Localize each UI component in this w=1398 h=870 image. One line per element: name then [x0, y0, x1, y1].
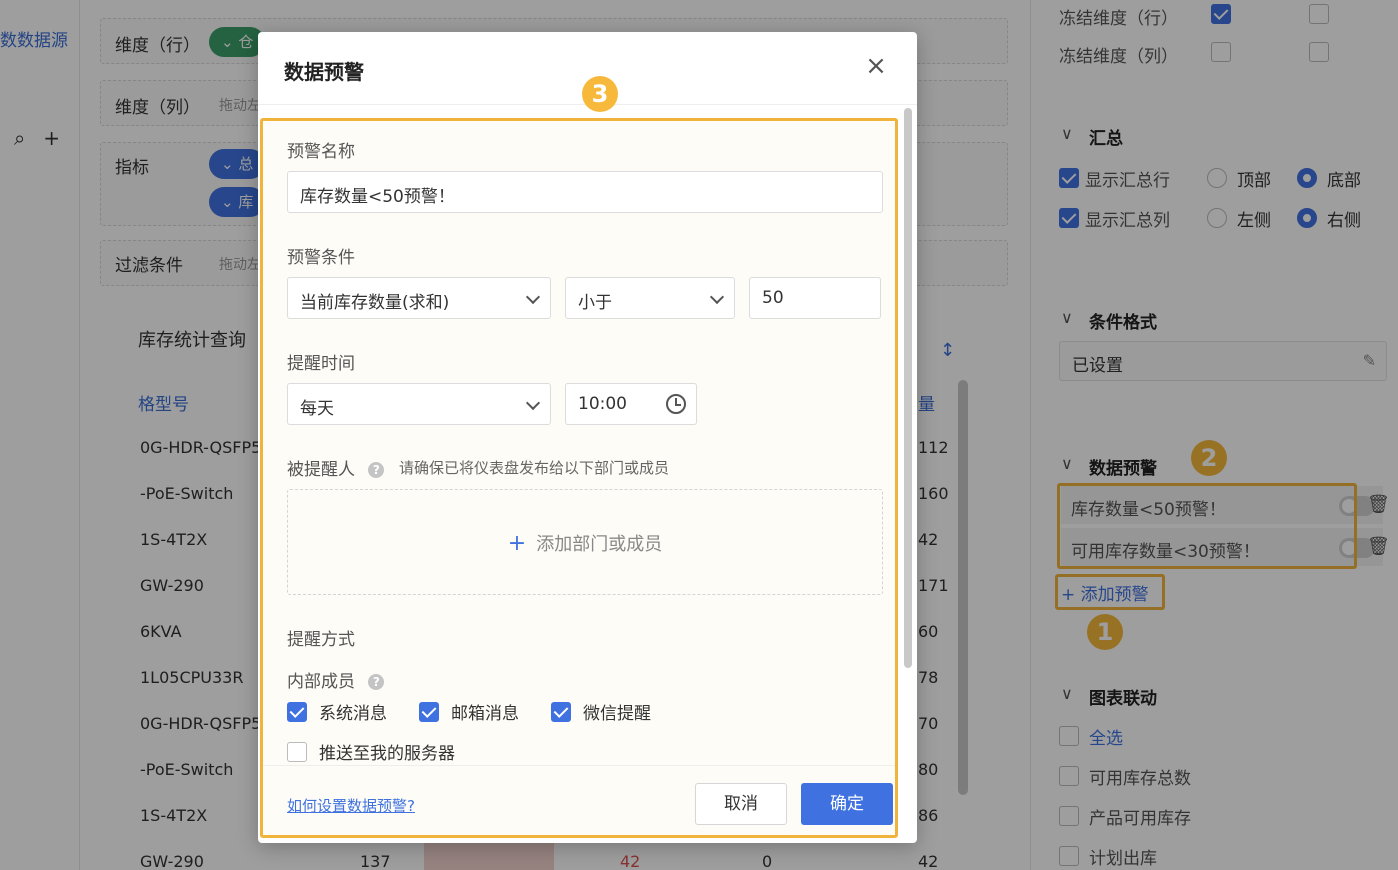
dialog-scrollbar[interactable]	[904, 108, 912, 668]
condition-label: 预警条件	[287, 248, 355, 268]
help-icon[interactable]: ?	[368, 674, 385, 690]
help-link[interactable]: 如何设置数据预警?	[287, 795, 415, 816]
chevron-down-icon	[709, 289, 725, 305]
condition-operator-value: 小于	[578, 293, 612, 313]
dialog-form: 预警名称 库存数量<50预警！ 预警条件 当前库存数量(求和) 小于 50 提醒…	[260, 118, 898, 838]
remind-frequency-value: 每天	[300, 399, 334, 419]
footer-divider	[263, 765, 895, 766]
email-message-checkbox[interactable]	[419, 701, 439, 722]
plus-icon: +	[507, 531, 527, 556]
system-message-checkbox[interactable]	[287, 701, 307, 722]
wechat-remind-checkbox[interactable]	[551, 701, 571, 722]
chevron-down-icon	[525, 395, 541, 411]
remind-frequency-select[interactable]: 每天	[287, 383, 551, 425]
recipients-hint: 请确保已将仪表盘发布给以下部门或成员	[399, 459, 670, 477]
remind-time-picker[interactable]: 10:00	[565, 383, 697, 425]
step-badge-3: 3	[582, 76, 618, 112]
internal-members-text: 内部成员	[287, 672, 355, 692]
alert-name-input[interactable]: 库存数量<50预警！	[287, 171, 883, 213]
clock-icon	[666, 394, 686, 414]
wechat-remind-option[interactable]: 微信提醒	[551, 699, 651, 724]
remind-time-label: 提醒时间	[287, 354, 355, 374]
push-server-row: 推送至我的服务器	[287, 739, 487, 764]
chevron-down-icon	[525, 289, 541, 305]
internal-members-label: 内部成员 ?	[287, 667, 385, 692]
recipients-label: 被提醒人 ?	[287, 455, 385, 480]
email-message-option[interactable]: 邮箱消息	[419, 699, 519, 724]
help-icon[interactable]: ?	[368, 462, 385, 478]
wechat-remind-label: 微信提醒	[583, 704, 651, 724]
remind-time-value: 10:00	[578, 394, 627, 414]
push-server-label: 推送至我的服务器	[319, 744, 455, 764]
data-alert-dialog: 数据预警 × 3 预警名称 库存数量<50预警！ 预警条件 当前库存数量(求和)…	[258, 32, 917, 843]
system-message-option[interactable]: 系统消息	[287, 699, 387, 724]
close-icon[interactable]: ×	[862, 52, 890, 80]
condition-operator-select[interactable]: 小于	[565, 277, 735, 319]
dialog-title: 数据预警	[284, 60, 364, 84]
method-options: 系统消息 邮箱消息 微信提醒	[287, 699, 683, 724]
add-member-button[interactable]: + 添加部门或成员	[288, 530, 882, 556]
method-label: 提醒方式	[287, 630, 355, 650]
recipients-label-text: 被提醒人	[287, 460, 355, 480]
add-member-label: 添加部门或成员	[536, 534, 663, 555]
push-server-checkbox[interactable]	[287, 741, 307, 762]
condition-field-select[interactable]: 当前库存数量(求和)	[287, 277, 551, 319]
confirm-button[interactable]: 确定	[801, 783, 893, 825]
system-message-label: 系统消息	[319, 704, 387, 724]
condition-field-value: 当前库存数量(求和)	[300, 293, 450, 313]
alert-name-label: 预警名称	[287, 142, 355, 162]
push-server-option[interactable]: 推送至我的服务器	[287, 739, 455, 764]
cancel-button[interactable]: 取消	[695, 783, 787, 825]
condition-value-input[interactable]: 50	[749, 277, 881, 319]
email-message-label: 邮箱消息	[451, 704, 519, 724]
add-member-area[interactable]: + 添加部门或成员	[287, 489, 883, 595]
